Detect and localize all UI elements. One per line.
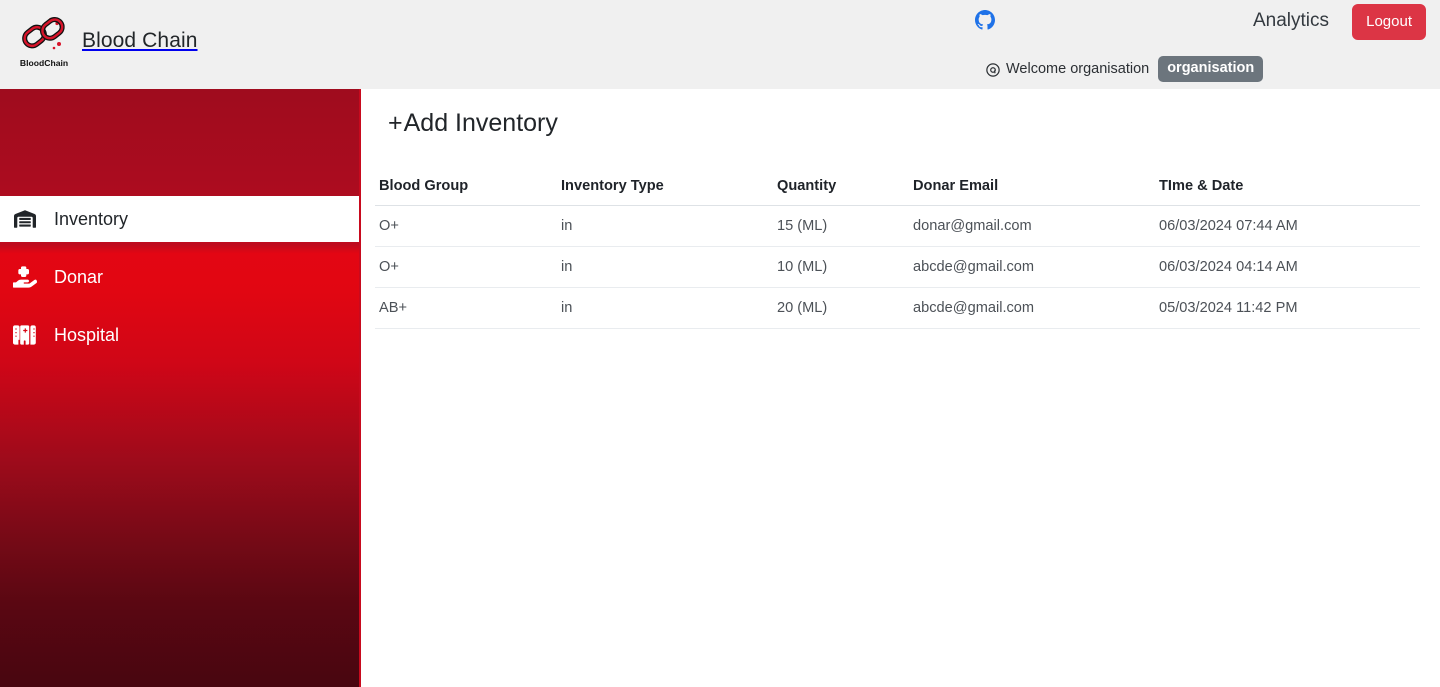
app-root: BloodChain Blood Chain Analytics Logout … [0,0,1440,687]
inventory-table: Blood Group Inventory Type Quantity Dona… [375,169,1420,329]
page-title-text: Add Inventory [403,109,558,137]
cell-quantity: 10 (ML) [777,246,913,288]
brand-home-link[interactable]: BloodChain Blood Chain [18,14,198,70]
organisation-badge: organisation [1158,56,1264,82]
column-header-quantity: Quantity [777,169,913,206]
app-header: BloodChain Blood Chain Analytics Logout … [0,0,1440,89]
cell-inventory-type: in [561,287,777,329]
logout-button[interactable]: Logout [1352,4,1426,40]
table-row: O+ in 10 (ML) abcde@gmail.com 06/03/2024… [375,246,1420,288]
sidebar-item-inventory[interactable]: Inventory [0,196,359,242]
user-circle-icon [986,63,1000,77]
cell-donar-email: abcde@gmail.com [913,287,1159,329]
column-header-donar-email: Donar Email [913,169,1159,206]
bloodchain-logo-icon: BloodChain [18,14,70,70]
hospital-icon [13,323,37,347]
column-header-blood-group: Blood Group [375,169,561,206]
cell-blood-group: AB+ [375,287,561,329]
column-header-inventory-type: Inventory Type [561,169,777,206]
sidebar-item-donar[interactable]: Donar [0,254,359,300]
main-content: + Add Inventory Blood Group Inventory Typ… [361,89,1440,687]
logo-caption: BloodChain [20,58,68,68]
brand-title: Blood Chain [82,28,198,52]
inventory-table-body: O+ in 15 (ML) donar@gmail.com 06/03/2024… [375,205,1420,329]
table-row: AB+ in 20 (ML) abcde@gmail.com 05/03/202… [375,287,1420,329]
table-row: O+ in 15 (ML) donar@gmail.com 06/03/2024… [375,205,1420,247]
sidebar-item-label: Hospital [54,325,120,345]
cell-blood-group: O+ [375,205,561,247]
cell-blood-group: O+ [375,246,561,288]
table-header-row: Blood Group Inventory Type Quantity Dona… [375,169,1420,206]
cell-inventory-type: in [561,246,777,288]
analytics-link[interactable]: Analytics [1253,9,1329,33]
sidebar-item-label: Donar [54,267,104,287]
cell-quantity: 20 (ML) [777,287,913,329]
cell-time-date: 06/03/2024 07:44 AM [1159,205,1420,247]
welcome-row: Welcome organisation organisation [986,56,1264,82]
sidebar: Inventory Donar Hospital [0,89,361,687]
column-header-time-date: TIme & Date [1159,169,1420,206]
cell-inventory-type: in [561,205,777,247]
sidebar-item-hospital[interactable]: Hospital [0,312,359,358]
github-icon[interactable] [975,10,995,30]
cell-donar-email: donar@gmail.com [913,205,1159,247]
body-area: Inventory Donar Hospital + Add Inventory… [0,89,1440,687]
hand-holding-medical-icon [13,265,37,289]
plus-icon: + [388,108,403,137]
cell-time-date: 06/03/2024 04:14 AM [1159,246,1420,288]
cell-quantity: 15 (ML) [777,205,913,247]
welcome-text: Welcome organisation [1006,60,1150,77]
sidebar-item-label: Inventory [54,209,129,229]
cell-time-date: 05/03/2024 11:42 PM [1159,287,1420,329]
page-title: + Add Inventory [361,89,1438,140]
cell-donar-email: abcde@gmail.com [913,246,1159,288]
warehouse-icon [13,207,37,231]
inventory-table-head: Blood Group Inventory Type Quantity Dona… [375,169,1420,206]
